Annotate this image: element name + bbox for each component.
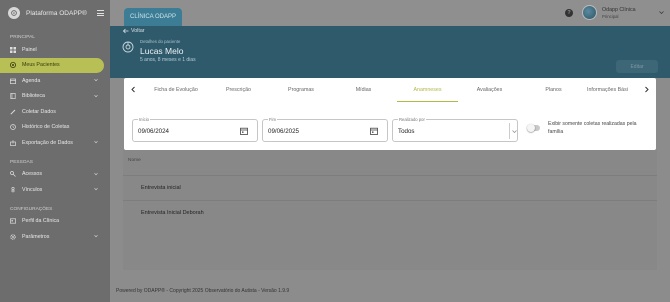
chevron-down-icon <box>94 94 98 97</box>
profile-icon <box>10 218 16 224</box>
tab-anamneses[interactable]: Anamneses <box>397 78 458 102</box>
start-date-label: Início <box>138 117 151 122</box>
filters-card: Ficha de Evolução Prescrição Programas M… <box>124 78 656 150</box>
performed-by-select[interactable]: Realizado por Todos <box>392 117 518 142</box>
key-icon <box>10 171 16 177</box>
patients-icon <box>10 62 16 69</box>
start-date-field[interactable]: Início 09/06/2024 <box>132 117 258 142</box>
column-header-nome[interactable]: Nome <box>128 158 141 163</box>
chevron-down-icon <box>94 140 98 144</box>
link-icon <box>10 186 16 193</box>
sidebar-item-label: Histórico de Coletas <box>22 124 70 131</box>
sidebar-item-label: Biblioteca <box>22 93 45 100</box>
sidebar-item-perfil-clinica[interactable]: Perfil da Clínica <box>0 214 110 230</box>
brand-logo <box>8 7 20 19</box>
toggle-knob <box>527 123 535 132</box>
sidebar-item-vinculos[interactable]: Vínculos <box>0 182 110 198</box>
chevron-down-icon <box>94 187 98 191</box>
section-pessoas: PESSOAS <box>10 159 33 165</box>
calendar-icon[interactable] <box>240 127 248 135</box>
sidebar-item-agenda[interactable]: Agenda <box>0 73 110 89</box>
sidebar-item-acessos[interactable]: Acessos <box>0 167 110 183</box>
patient-header: Voltar Detalhes do paciente Lucas Melo 5… <box>110 26 670 78</box>
table-cell-name: Entrevista inicial <box>141 185 181 191</box>
tab-midias[interactable]: Mídias <box>336 78 391 102</box>
book-icon <box>10 93 16 100</box>
sidebar-item-label: Exportação de Dados <box>22 139 73 146</box>
sidebar-item-biblioteca[interactable]: Biblioteca <box>0 89 110 105</box>
avatar[interactable] <box>582 5 597 20</box>
history-icon <box>10 124 16 131</box>
family-only-label: Exibir somente coletas realizadas pela f… <box>548 121 637 135</box>
tab-planos[interactable]: Planos <box>526 78 581 102</box>
tab-avaliacoes[interactable]: Avaliações <box>462 78 517 102</box>
tab-ficha-evolucao[interactable]: Ficha de Evolução <box>141 78 211 102</box>
gear-icon <box>10 234 16 240</box>
sidebar-item-coletar-dados[interactable]: Coletar Dados <box>0 104 110 120</box>
table-row[interactable]: Entrevista inicial <box>123 175 657 200</box>
end-date-value: 09/06/2025 <box>268 128 299 135</box>
patient-icon <box>122 41 134 53</box>
sidebar-item-label: Vínculos <box>22 186 43 193</box>
menu-toggle-icon[interactable] <box>96 9 104 18</box>
sidebar-item-label: Meus Pacientes <box>22 62 60 69</box>
chevron-down-icon <box>94 172 98 175</box>
sidebar-item-historico-coletas[interactable]: Histórico de Coletas <box>0 120 110 136</box>
user-role: Principal <box>602 14 619 19</box>
tab-programas[interactable]: Programas <box>272 78 330 102</box>
sidebar-item-parametros[interactable]: Parâmetros <box>0 229 110 245</box>
sidebar-item-meus-pacientes[interactable]: Meus Pacientes <box>0 57 104 73</box>
section-principal: PRINCIPAL <box>10 35 35 40</box>
patient-name: Lucas Melo <box>140 46 184 56</box>
brand-name: Plataforma ODAPP® <box>26 9 87 17</box>
back-label: Voltar <box>131 28 145 34</box>
sidebar-item-label: Parâmetros <box>22 233 50 240</box>
sidebar-item-label: Acessos <box>22 171 43 178</box>
tab-informacoes-basicas[interactable]: Informações Bási <box>587 78 645 102</box>
end-date-label: Fim <box>268 117 277 122</box>
start-date-value: 09/06/2024 <box>138 128 169 135</box>
sidebar-item-label: Painel <box>22 46 37 53</box>
sidebar: Plataforma ODAPP® PRINCIPAL Painel Meus … <box>0 0 110 302</box>
sidebar-item-label: Agenda <box>22 77 41 84</box>
table-row[interactable]: Entrevista Inicial Deborah <box>123 200 657 225</box>
arrow-left-icon <box>123 28 129 34</box>
section-configuracoes: CONFIGURAÇÕES <box>10 206 53 212</box>
sidebar-item-exportacao-dados[interactable]: Exportação de Dados <box>0 135 110 151</box>
performed-by-label: Realizado por <box>398 117 426 122</box>
sidebar-item-label: Perfil da Clínica <box>22 218 60 225</box>
user-name[interactable]: Odapp Clínica <box>602 7 636 13</box>
chevron-right-icon[interactable] <box>643 86 650 93</box>
pencil-icon <box>10 109 16 115</box>
chevron-down-icon <box>94 78 98 82</box>
back-button[interactable]: Voltar <box>123 28 145 34</box>
help-icon[interactable]: ? <box>565 9 573 17</box>
tab-bar: Ficha de Evolução Prescrição Programas M… <box>124 78 656 102</box>
anamneses-table: Entrevista inicial Entrevista Inicial De… <box>123 150 657 270</box>
calendar-icon <box>10 78 16 84</box>
chevron-down-icon[interactable] <box>512 129 517 134</box>
sidebar-item-painel[interactable]: Painel <box>0 42 110 58</box>
top-bar: CLÍNICA ODAPP ? Odapp Clínica Principal <box>110 0 670 26</box>
chevron-left-icon[interactable] <box>130 86 137 93</box>
select-divider <box>509 123 510 139</box>
footer-text: Powered by ODAPP® - Copyright 2025 Obser… <box>116 288 290 294</box>
edit-button[interactable]: Editar <box>616 60 658 73</box>
end-date-field[interactable]: Fim 09/06/2025 <box>262 117 388 142</box>
chevron-down-icon <box>94 234 98 238</box>
dashboard-icon <box>10 46 16 53</box>
brand-row: Plataforma ODAPP® <box>0 0 110 26</box>
patient-details-label: Detalhes do paciente <box>140 39 181 44</box>
export-icon <box>10 140 16 146</box>
tab-prescricao[interactable]: Prescrição <box>211 78 266 102</box>
clinic-tab[interactable]: CLÍNICA ODAPP <box>124 8 182 26</box>
family-only-toggle[interactable] <box>527 123 540 132</box>
calendar-icon[interactable] <box>370 127 378 135</box>
patient-age: 5 anos, 8 meses e 1 dias <box>140 57 196 63</box>
table-cell-name: Entrevista Inicial Deborah <box>141 210 204 216</box>
chevron-down-icon[interactable] <box>659 10 664 15</box>
sidebar-item-label: Coletar Dados <box>22 108 56 115</box>
performed-by-value: Todos <box>398 128 415 135</box>
